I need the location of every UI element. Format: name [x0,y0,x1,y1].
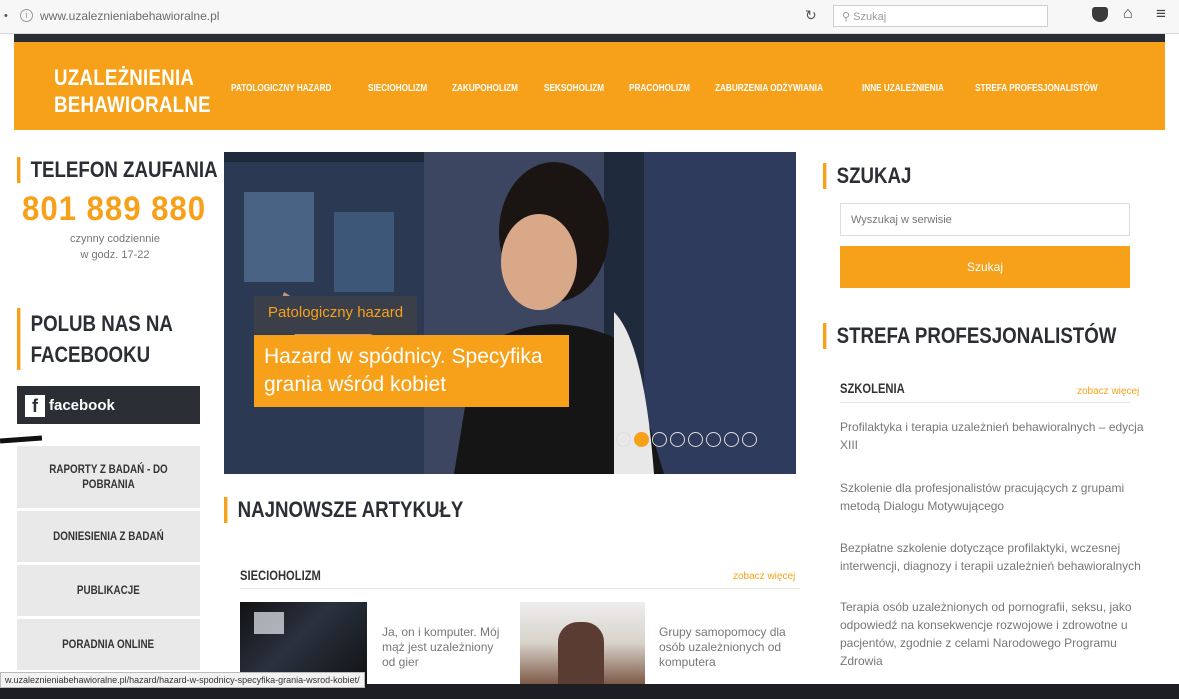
hamburger-menu-icon[interactable]: ≡ [1156,4,1166,24]
slider-dot-active[interactable] [634,432,649,447]
reload-icon[interactable]: ↻ [805,7,817,24]
facebook-icon: f [25,395,45,417]
back-icon[interactable]: • [4,10,8,22]
slider-dot[interactable] [742,432,757,447]
phone-hours: czynny codziennie w godz. 17-22 [40,231,190,263]
pocket-icon[interactable] [1092,7,1108,22]
nav-strefa-profesjonalistow[interactable]: STREFA PROFESJONALISTÓW [975,82,1098,94]
nav-zaburzenia-odzywiania[interactable]: ZABURZENIA ODŻYWIANIA [715,82,823,94]
left-menu-label: DONIESIENIA Z BADAŃ [53,529,164,543]
phone-number[interactable]: 801 889 880 [22,190,206,229]
facebook-heading: POLUB NAS NA FACEBOOKU [17,308,187,370]
hero-slider[interactable]: Patologiczny hazard Hazard w spódnicy. S… [224,152,796,474]
browser-search-field[interactable]: ⚲ Szukaj [833,5,1048,27]
phone-heading: TELEFON ZAUFANIA [17,157,218,183]
site-search-input[interactable] [840,203,1130,236]
search-heading: SZUKAJ [823,163,911,189]
article-title[interactable]: Grupy samopomocy dla osób uzależnionych … [659,625,789,670]
left-menu-label: PORADNIA ONLINE [62,637,155,651]
nav-seksoholizm[interactable]: SEKSOHOLIZM [544,82,604,94]
main-navigation: PATOLOGICZNY HAZARD SIECIOHOLIZM ZAKUPOH… [231,82,1132,94]
phone-hours-line-1: czynny codziennie [70,233,160,245]
phone-hours-line-2: w godz. 17-22 [80,249,150,261]
divider [840,402,1130,403]
articles-more-link[interactable]: zobacz więcej [733,571,795,582]
slider-dot[interactable] [616,432,631,447]
nav-zakupoholizm[interactable]: ZAKUPOHOLIZM [452,82,518,94]
left-menu-label: RAPORTY Z BADAŃ - DO POBRANIA [49,462,168,491]
left-menu-item-publikacje[interactable]: PUBLIKACJE [17,565,200,616]
site-header: UZALEŻNIENIA BEHAWIORALNE PATOLOGICZNY H… [14,42,1165,130]
article-thumbnail[interactable] [520,602,645,684]
left-menu-item-raporty[interactable]: RAPORTY Z BADAŃ - DO POBRANIA [17,446,200,508]
divider [0,435,43,444]
slider-dots [616,432,757,447]
slide-category[interactable]: Patologiczny hazard [254,296,418,334]
training-link[interactable]: Szkolenie dla profesjonalistów pracujący… [840,479,1145,515]
left-menu-item-poradnia[interactable]: PORADNIA ONLINE [17,619,200,670]
article-title[interactable]: Ja, on i komputer. Mój mąż jest uzależni… [382,625,510,670]
articles-section-label[interactable]: SIECIOHOLIZM [240,567,321,583]
trainings-more-link[interactable]: zobacz więcej [1077,386,1139,397]
address-bar[interactable]: www.uzaleznieniabehawioralne.pl [40,9,219,23]
nav-inne-uzaleznienia[interactable]: INNE UZALEŻNIENIA [862,82,944,94]
browser-search-placeholder: Szukaj [853,11,887,23]
slider-dot[interactable] [670,432,685,447]
status-url-tooltip: w.uzaleznieniabehawioralne.pl/hazard/haz… [0,672,365,688]
training-link[interactable]: Terapia osób uzależnionych od pornografi… [840,598,1145,670]
home-icon[interactable]: ⌂ [1123,5,1133,23]
left-menu-item-doniesienia[interactable]: DONIESIENIA Z BADAŃ [17,511,200,562]
slider-dot[interactable] [652,432,667,447]
slider-dot[interactable] [688,432,703,447]
slide-title[interactable]: Hazard w spódnicy. Specyfika grania wśró… [254,335,569,407]
training-link[interactable]: Bezpłatne szkolenie dotyczące profilakty… [840,539,1145,575]
browser-toolbar: • i www.uzaleznieniabehawioralne.pl ↻ ⚲ … [0,0,1179,34]
top-strip [14,34,1165,42]
slider-dot[interactable] [706,432,721,447]
facebook-button[interactable]: f facebook [17,386,200,424]
search-button[interactable]: Szukaj [840,246,1130,288]
trainings-section-label[interactable]: SZKOLENIA [840,380,905,396]
slider-dot[interactable] [724,432,739,447]
facebook-button-label: facebook [49,396,115,414]
training-link[interactable]: Profilaktyka i terapia uzależnień behawi… [840,418,1145,454]
nav-siecioholizm[interactable]: SIECIOHOLIZM [368,82,427,94]
nav-patologiczny-hazard[interactable]: PATOLOGICZNY HAZARD [231,82,331,94]
professionals-heading: STREFA PROFESJONALISTÓW [823,323,1116,349]
articles-heading: NAJNOWSZE ARTYKUŁY [224,497,463,523]
logo-line-2: BEHAWIORALNE [54,92,211,117]
left-menu: RAPORTY Z BADAŃ - DO POBRANIA DONIESIENI… [17,446,200,673]
site-logo[interactable]: UZALEŻNIENIA BEHAWIORALNE [54,64,211,118]
nav-pracoholizm[interactable]: PRACOHOLIZM [629,82,690,94]
logo-line-1: UZALEŻNIENIA [54,65,195,90]
info-icon[interactable]: i [20,9,33,22]
divider [240,588,800,589]
left-menu-label: PUBLIKACJE [77,583,140,597]
